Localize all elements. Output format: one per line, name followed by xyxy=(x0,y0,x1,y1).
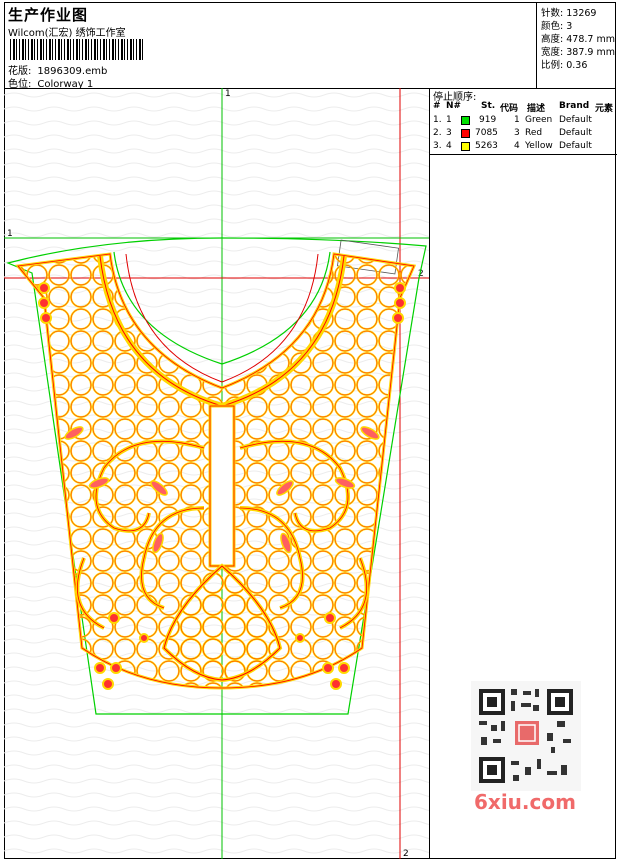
design-scale: 0.36 xyxy=(566,60,588,71)
embroidery-design: 1 1 2 2 xyxy=(4,88,429,859)
page-title: 生产作业图 xyxy=(8,6,89,24)
guide-label-top: 1 xyxy=(225,89,231,99)
guide-label-bottom: 2 xyxy=(403,849,409,859)
header-info: 生产作业图 Wilcom(汇宏) 绣饰工作室 花版: 1896309.emb 色位… xyxy=(4,2,536,90)
qr-code xyxy=(471,681,581,791)
color-swatch xyxy=(461,129,470,138)
stop-row: 1. 1 919 1 Green Default xyxy=(433,115,592,125)
studio-name: Wilcom(汇宏) 绣饰工作室 xyxy=(8,28,126,39)
color-swatch xyxy=(461,116,470,125)
stop-row: 3. 4 5263 4 Yellow Default xyxy=(433,141,592,151)
design-stats: 针数: 13269 颜色: 3 高度: 478.7 mm 宽度: 387.9 m… xyxy=(536,2,617,88)
watermark-text: 6xiu.com xyxy=(474,790,576,814)
stop-row: 2. 3 7085 3 Red Default xyxy=(433,128,592,138)
design-canvas: 1 1 2 2 xyxy=(4,88,429,859)
guide-label-left: 1 xyxy=(7,229,13,239)
barcode xyxy=(10,39,145,60)
panel-divider xyxy=(430,154,617,155)
center-placket xyxy=(208,404,236,568)
color-swatch xyxy=(461,142,470,151)
stop-sequence-columns: # N# St. 代码 描述 Brand 元素 xyxy=(433,101,614,114)
